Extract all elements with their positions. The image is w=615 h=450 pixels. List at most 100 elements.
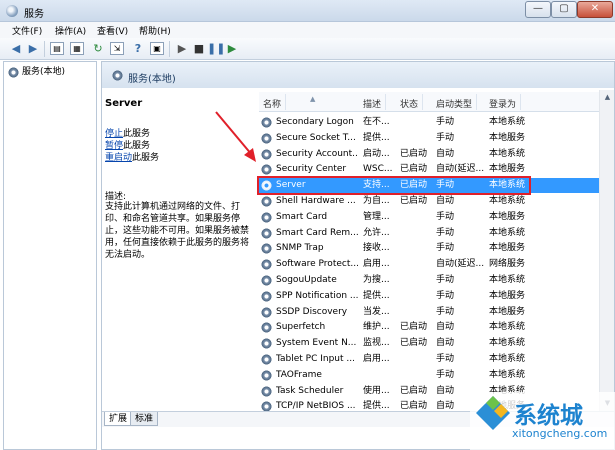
description-text: 支持此计算机通过网络的文件、打印、和命名管道共享。如果服务停止，这些功能不可用。…	[105, 202, 250, 260]
service-row[interactable]: Software Protect... 启用... 自动(延迟... 网络服务	[259, 257, 599, 272]
service-row[interactable]: SSDP Discovery 当发... 手动 本地服务	[259, 305, 599, 320]
service-gear-icon	[261, 196, 272, 207]
service-gear-icon	[261, 211, 272, 223]
service-start-cell: 自动	[436, 338, 455, 349]
services-gear-icon	[112, 70, 123, 81]
service-start-cell: 手动	[436, 354, 455, 364]
properties-icon[interactable]: ▦	[70, 42, 84, 55]
service-row[interactable]: SPP Notification ... 提供... 手动 本地服务	[259, 289, 599, 304]
restart-service-action[interactable]: 重启动此服务	[105, 150, 159, 163]
menu-bar: 文件(F) 操作(A) 查看(V) 帮助(H)	[0, 22, 615, 38]
vertical-scrollbar[interactable]: ▲ ▼	[599, 90, 614, 411]
service-row[interactable]: Server 支持... 已启动 手动 本地系统	[257, 176, 599, 196]
service-gear-icon	[261, 275, 272, 286]
column-header-logon-as[interactable]: 登录为	[489, 94, 522, 110]
services-window: 服务 — ▢ ✕ 文件(F) 操作(A) 查看(V) 帮助(H) ◀ ▶ ▤ ▦…	[0, 0, 615, 450]
service-gear-icon	[261, 290, 272, 302]
service-row[interactable]: Security Center WSC... 已启动 自动(延迟... 本地服务	[259, 162, 599, 177]
service-name-cell: System Event N...	[276, 338, 357, 349]
column-header-startup-type[interactable]: 启动类型	[436, 94, 478, 110]
service-status-cell: 已启动	[400, 196, 428, 206]
export-list-icon[interactable]: ⇲	[110, 42, 124, 55]
service-row[interactable]: Superfetch 维护... 已启动 自动 本地系统	[259, 320, 599, 335]
service-logon-cell: 本地系统	[489, 275, 526, 285]
menu-help[interactable]: 帮助(H)	[139, 24, 171, 37]
refresh-icon[interactable]: ↻	[90, 41, 106, 57]
service-logon-cell: 本地系统	[489, 322, 526, 333]
service-start-cell: 自动	[436, 196, 455, 206]
show-hide-tree-icon[interactable]: ▤	[50, 42, 64, 55]
service-status-cell: 已启动	[400, 148, 428, 159]
service-row[interactable]: System Event N... 监视... 已启动 自动 本地系统	[259, 336, 599, 351]
pause-service-icon[interactable]: ❚❚	[207, 41, 225, 57]
close-button[interactable]: ✕	[577, 1, 613, 18]
service-desc-cell: 管理...	[363, 211, 390, 222]
service-start-cell: 手动	[436, 306, 455, 317]
stop-service-icon[interactable]: ■	[191, 41, 207, 57]
column-header-description[interactable]: 描述	[363, 94, 387, 110]
service-name-cell: Security Account...	[276, 148, 358, 159]
service-start-cell: 自动(延迟...	[436, 164, 485, 175]
service-row[interactable]: SNMP Trap 接收... 手动 本地服务	[259, 241, 599, 256]
tab-standard[interactable]: 标准	[130, 412, 159, 426]
service-logon-cell: 本地服务	[489, 306, 526, 317]
tree-node-services-local[interactable]: 服务(本地)	[8, 66, 65, 79]
service-row[interactable]: SogouUpdate 为搜... 手动 本地系统	[259, 273, 599, 288]
service-desc-cell: 支持...	[363, 180, 390, 191]
service-name-cell: Software Protect...	[276, 259, 358, 270]
watermark-brand: 系统城	[514, 403, 583, 429]
service-name-cell: Secondary Logon	[276, 117, 354, 127]
tab-extended[interactable]: 扩展	[104, 412, 133, 426]
service-gear-icon	[261, 322, 272, 334]
scroll-up-icon[interactable]: ▲	[601, 91, 614, 104]
service-row[interactable]: Secondary Logon 在不... 手动 本地系统	[259, 115, 599, 130]
service-name-cell: SNMP Trap	[276, 243, 324, 254]
start-service-icon[interactable]: ▶	[174, 41, 190, 57]
help-icon[interactable]: ?	[130, 41, 146, 57]
windows-logo-icon	[476, 396, 510, 430]
service-desc-cell: 提供...	[363, 132, 390, 143]
menu-file[interactable]: 文件(F)	[12, 24, 42, 37]
action-pane-icon[interactable]: ▣	[150, 42, 164, 55]
column-header-status[interactable]: 状态	[400, 94, 424, 110]
service-row[interactable]: Secure Socket T... 提供... 手动 本地服务	[259, 131, 599, 146]
minimize-button[interactable]: —	[525, 1, 551, 18]
service-logon-cell: 本地服务	[489, 164, 526, 175]
toolbar: ◀ ▶ ▤ ▦ ↻ ⇲ ? ▣ ▶ ■ ❚❚ ▶	[0, 38, 615, 60]
restart-service-icon[interactable]: ▶	[224, 41, 240, 57]
service-logon-cell: 本地系统	[489, 117, 526, 127]
service-gear-icon	[261, 164, 272, 176]
service-logon-cell: 本地服务	[489, 211, 526, 222]
service-row[interactable]: Smart Card 管理... 手动 本地服务	[259, 210, 599, 225]
service-name-cell: SSDP Discovery	[276, 306, 348, 317]
services-app-icon	[6, 5, 18, 17]
service-row[interactable]: Tablet PC Input ... 启用... 手动 本地系统	[259, 352, 599, 367]
service-start-cell: 自动(延迟...	[436, 259, 485, 270]
restart-link[interactable]: 重启动	[105, 153, 132, 163]
service-gear-icon	[261, 132, 272, 144]
forward-icon[interactable]: ▶	[25, 41, 41, 57]
service-gear-icon	[261, 148, 272, 160]
column-header-name[interactable]: 名称 ▲	[263, 94, 315, 110]
service-row[interactable]: Smart Card Rem... 允许... 手动 本地系统	[259, 226, 599, 241]
service-logon-cell: 本地服务	[489, 243, 526, 254]
maximize-button[interactable]: ▢	[551, 1, 577, 18]
service-status-cell: 已启动	[400, 164, 428, 175]
service-row[interactable]: TAOFrame 手动 本地系统	[259, 368, 599, 383]
service-row[interactable]: Shell Hardware ... 为自... 已启动 自动 本地系统	[259, 194, 599, 209]
service-desc-cell: 为自...	[363, 196, 390, 206]
menu-view[interactable]: 查看(V)	[97, 24, 128, 37]
service-desc-cell: 启动...	[363, 148, 390, 159]
service-gear-icon	[261, 338, 272, 350]
service-name-cell: Smart Card Rem...	[276, 227, 358, 238]
service-row[interactable]: Security Account... 启动... 已启动 自动 本地系统	[259, 147, 599, 162]
back-icon[interactable]: ◀	[8, 41, 24, 57]
service-start-cell: 手动	[436, 290, 455, 301]
title-bar[interactable]: 服务 — ▢ ✕	[0, 0, 615, 22]
service-status-cell: 已启动	[400, 322, 428, 333]
menu-action[interactable]: 操作(A)	[55, 24, 86, 37]
services-gear-icon	[8, 67, 19, 78]
service-title: Server	[105, 98, 143, 109]
service-logon-cell: 本地系统	[489, 354, 526, 364]
service-name-cell: Security Center	[276, 164, 347, 175]
